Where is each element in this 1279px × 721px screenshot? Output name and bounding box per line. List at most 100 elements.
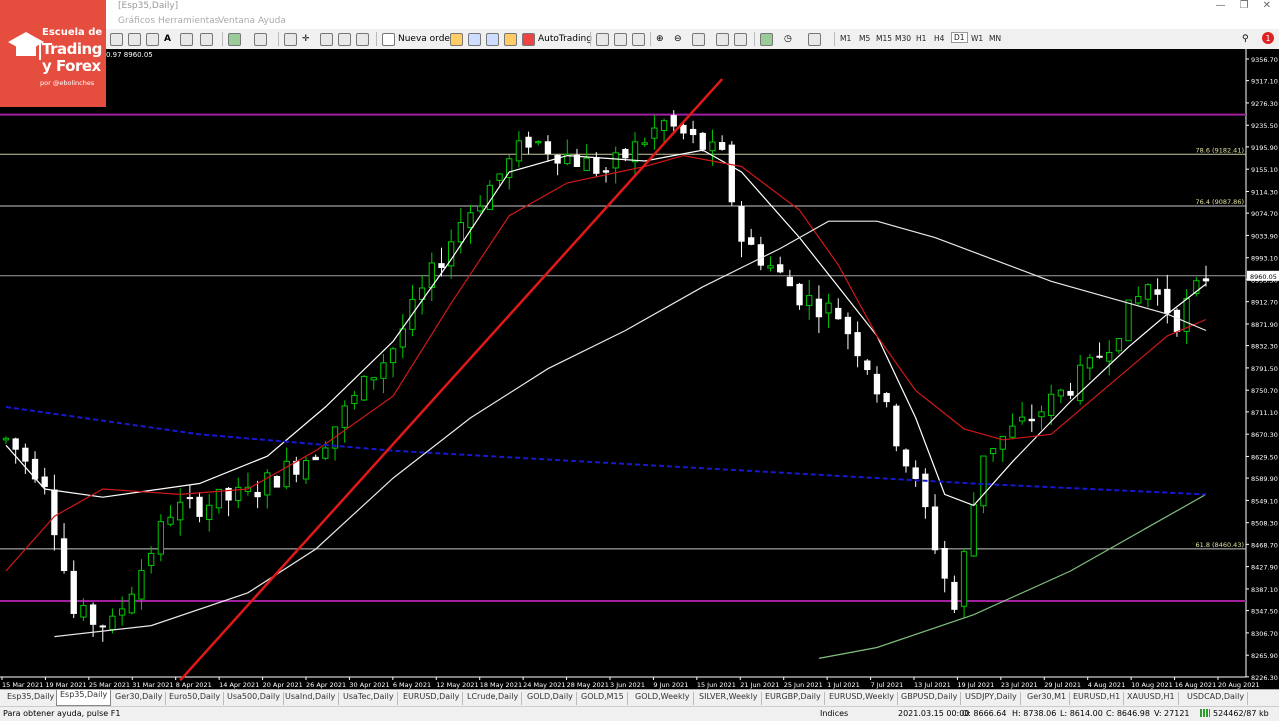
crosshair-icon[interactable]: ✛ [302,32,310,46]
x-tick-label: 18 May 2021 [480,681,522,689]
y-tick-label: 8750.70 [1251,387,1278,395]
metaeditor-icon[interactable] [450,32,463,46]
chart-tab[interactable]: Esp35,Daily [4,692,59,705]
tf-m30[interactable]: M30 [895,34,911,43]
zoom-out-icon[interactable]: ⊖ [674,32,682,46]
x-tick-label: 10 Aug 2021 [1131,681,1173,689]
connection-icon [1200,709,1210,717]
zoom-in-icon[interactable]: ⊕ [656,32,664,46]
candle-body [844,316,852,335]
status-profile: Indices [820,709,849,718]
candle-body [273,475,281,488]
chart-tab[interactable]: USDJPY,Daily [962,692,1021,705]
chart-tab[interactable]: EURUSD,H1 [1070,692,1125,705]
terminal-icon[interactable] [320,32,333,46]
candle-body [1018,416,1026,422]
candle-chart-icon[interactable] [614,32,627,46]
menu-ventana[interactable]: Ventana [218,16,255,26]
data-window-icon[interactable] [254,32,267,46]
chart-tab[interactable]: EURUSD,Daily [400,692,464,705]
chart-tab[interactable]: GOLD,Daily [524,692,577,705]
chart-tab[interactable]: Esp35,Daily [56,690,112,706]
chart-tab[interactable]: EURGBP,Daily [762,692,825,705]
candle-body [1164,288,1171,314]
menu-ayuda[interactable]: Ayuda [258,16,286,26]
search-icon[interactable]: ⚲ [1242,32,1249,46]
candle-body [902,449,910,467]
bar-chart-icon[interactable] [596,32,609,46]
text-tool-icon[interactable]: A [164,32,171,46]
menu-herramientas[interactable]: Herramientas [158,16,219,26]
x-tick-label: 3 Jun 2021 [610,681,645,689]
autoscroll-icon[interactable] [734,32,747,46]
chart-tab[interactable]: Euro50,Daily [166,692,225,705]
chart-tab[interactable]: UsaInd,Daily [282,692,340,705]
candle-body [80,604,87,618]
objects-icon[interactable] [180,32,193,46]
experts-icon[interactable] [504,32,517,46]
indicators-icon[interactable] [760,32,773,46]
y-tick-label: 8508.30 [1251,520,1278,528]
chart-tab[interactable]: UsaTec,Daily [340,692,398,705]
minimize-icon[interactable]: — [1216,0,1226,11]
signals-icon[interactable] [468,32,481,46]
price-chart[interactable]: 0.97 8960.05 9356.70 9317.10 9276.30 9235.5… [0,49,1279,689]
menu-graficos[interactable]: Gráficos [118,16,155,26]
chart-tab[interactable]: SILVER,Weekly [696,692,762,705]
tf-h4[interactable]: H4 [934,34,944,43]
brand-logo: Escuela de Trading y Forex por @ebolinch… [0,0,106,107]
candle-body [989,448,997,455]
notification-icon[interactable]: 1 [1262,32,1274,44]
chart-tab[interactable]: Usa500,Daily [224,692,284,705]
tf-mn[interactable]: MN [989,34,1001,43]
tf-w1[interactable]: W1 [971,34,983,43]
candle-body [341,405,348,428]
periods-icon[interactable]: ◷ [784,32,792,46]
close-icon[interactable]: ✕ [1263,0,1271,11]
chart-tab[interactable]: GBPUSD,Daily [898,692,962,705]
new-chart-icon[interactable] [110,32,123,46]
y-tick-label: 9276.30 [1251,100,1278,108]
market-icon[interactable] [486,32,499,46]
restore-icon[interactable]: ❐ [1240,0,1249,11]
tf-d1[interactable]: D1 [951,32,968,43]
candle-body [806,295,813,307]
strategy-tester-icon[interactable] [338,32,351,46]
navigator-icon[interactable] [284,32,297,46]
chart-tab[interactable]: EURUSD,Weekly [826,692,898,705]
chart-canvas[interactable]: 9356.70 9317.10 9276.30 9235.50 9195.90 9155.… [0,49,1279,689]
candle-body [883,393,890,403]
status-low: L: 8614.00 [1060,709,1103,718]
shapes-icon[interactable] [200,32,213,46]
candle-body [689,128,697,136]
chart-tab[interactable]: XAUUSD,H1 [1124,692,1179,705]
candle-body [128,593,135,614]
candle-body [602,170,610,173]
tf-m15[interactable]: M15 [876,34,892,43]
x-tick-label: 21 Jun 2021 [740,681,779,689]
line-chart-icon[interactable] [632,32,645,46]
templates-icon[interactable] [808,32,821,46]
chart-shift-icon[interactable] [716,32,729,46]
chart-tab[interactable]: Ger30,M1 [1024,692,1071,705]
tile-windows-icon[interactable] [692,32,705,46]
autotrading-button[interactable]: AutoTrading [522,32,592,46]
chart-tab[interactable]: GOLD,Weekly [632,692,694,705]
chart-tab[interactable]: LCrude,Daily [464,692,523,705]
y-tick-label: 9114.30 [1251,188,1278,196]
chart-tab[interactable]: USDCAD,Daily [1184,692,1249,705]
profiles-icon[interactable] [128,32,141,46]
tf-m5[interactable]: M5 [859,34,870,43]
candle-body [651,127,658,139]
add-chart-icon[interactable] [228,32,241,46]
chart-tab[interactable]: GOLD,M15 [578,692,628,705]
new-order-button[interactable]: Nueva orden [382,32,456,46]
market-watch-icon[interactable] [146,32,159,46]
chart-tab[interactable]: Ger30,Daily [112,692,167,705]
tf-h1[interactable]: H1 [916,34,926,43]
properties-icon[interactable] [356,32,369,46]
candle-body [496,173,503,181]
current-price-label: 8960.05 [1250,273,1277,281]
tf-m1[interactable]: M1 [840,34,851,43]
candle-body [951,581,958,610]
